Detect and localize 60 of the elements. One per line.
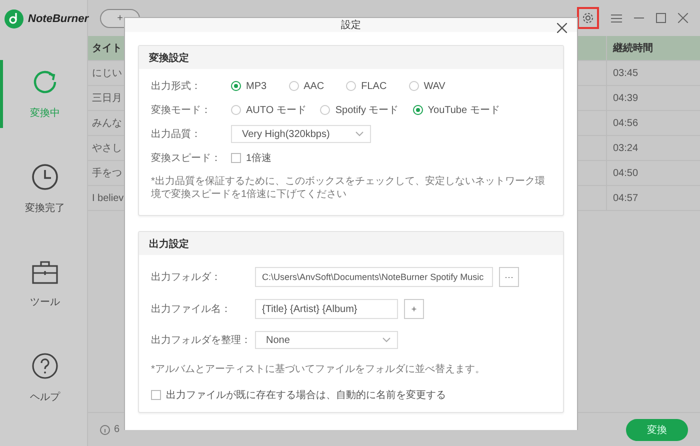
field-label: 変換スピード：: [151, 152, 222, 165]
table-cell: 03:45: [606, 61, 700, 85]
settings-icon: [582, 12, 594, 24]
clock-icon: [31, 163, 59, 192]
output-folder-field[interactable]: C:\Users\AnvSoft\Documents\NoteBurner Spotify Music: [255, 267, 493, 287]
table-cell-text: I believ: [91, 192, 124, 206]
maximize-icon[interactable]: [656, 13, 666, 23]
field-label: 出力フォルダを整理：: [151, 334, 252, 347]
table-cell-text: 三日月: [91, 92, 123, 106]
table-cell-text: にじい: [91, 67, 123, 81]
help-icon: [31, 352, 59, 380]
minimize-icon[interactable]: [634, 17, 644, 19]
table-cell: 04:50: [606, 161, 700, 185]
table-cell: 04:56: [606, 111, 700, 135]
sidebar-item[interactable]: ツール: [0, 250, 87, 317]
close-icon: [557, 23, 567, 33]
speed-checkbox[interactable]: 1倍速: [231, 151, 272, 165]
table-cell: 04:57: [606, 186, 700, 210]
table-cell-text: 手をつ: [91, 166, 123, 181]
status-text: 6: [114, 424, 120, 435]
column-header[interactable]: 継続時間: [606, 36, 700, 60]
table-cell-text: やさし: [91, 142, 123, 156]
note-text: *アルバムとアーティストに基づいてファイルをフォルダに並べ替えます。: [151, 363, 486, 376]
note-text: *出力品質を保証するために、このボックスをチェックして、安定しないネットワーク環境で変換スピードを1倍速に下げてください: [151, 175, 546, 201]
field-label: 出力フォルダ：: [151, 270, 222, 284]
menu-icon[interactable]: [611, 14, 622, 22]
chevron-down-icon: [355, 131, 364, 137]
format-radio[interactable]: MP3: [231, 80, 267, 92]
close-icon[interactable]: [678, 13, 688, 23]
field-label: 出力品質：: [151, 128, 202, 141]
mode-radio[interactable]: Spotify モード: [320, 103, 399, 117]
format-radio[interactable]: FLAC: [346, 80, 387, 92]
browse-button[interactable]: ···: [499, 267, 519, 287]
field-label: 出力形式：: [151, 80, 202, 93]
logo-icon: [4, 9, 24, 29]
organize-dropdown[interactable]: None: [255, 331, 398, 349]
section-heading: 出力設定: [139, 232, 563, 255]
table-cell-text: みんな: [91, 117, 123, 131]
chevron-down-icon: [382, 337, 391, 343]
format-radio[interactable]: WAV: [408, 80, 446, 92]
sidebar-item[interactable]: 変換完了: [0, 155, 87, 224]
info-icon: [100, 424, 110, 434]
rename-checkbox[interactable]: 出力ファイルが既に存在する場合は、自動的に名前を変更する: [151, 388, 551, 402]
mode-radio[interactable]: AUTO モード: [231, 103, 306, 117]
table-cell: 03:24: [606, 136, 700, 160]
close-button[interactable]: [557, 23, 567, 33]
file-name-field[interactable]: {Title} {Artist} {Album}: [255, 299, 398, 319]
quality-dropdown[interactable]: Very High(320kbps): [231, 125, 371, 143]
sidebar-item[interactable]: ヘルプ: [0, 344, 87, 412]
field-label: 変換モード：: [151, 104, 212, 117]
field-label: 出力ファイル名：: [151, 302, 232, 316]
format-radio[interactable]: AAC: [288, 80, 324, 92]
add-tag-button[interactable]: +: [404, 299, 424, 319]
dialog-title: 設定: [341, 18, 361, 32]
column-header[interactable]: タイト: [88, 36, 124, 60]
table-cell: 04:39: [606, 86, 700, 110]
section-heading: 変換設定: [139, 46, 563, 69]
mode-radio[interactable]: YouTube モード: [412, 103, 500, 117]
toolbox-icon: [31, 258, 59, 285]
app-logo-text: NoteBurner: [28, 13, 89, 25]
